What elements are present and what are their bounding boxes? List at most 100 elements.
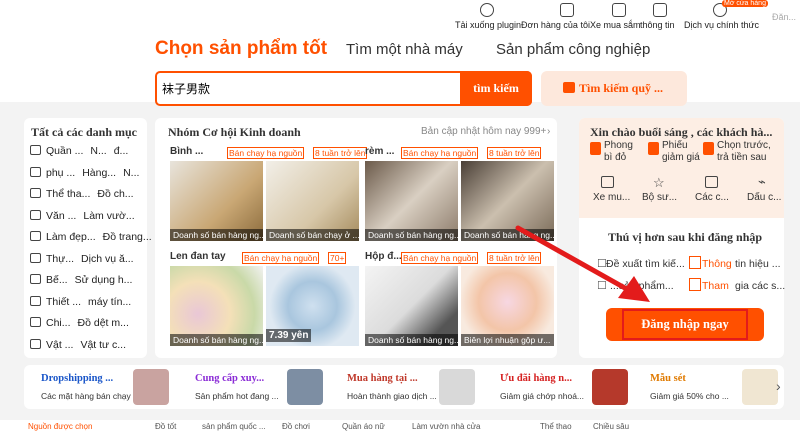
category-item[interactable]: Thể tha... Đồ ch... [30, 188, 141, 200]
category-label[interactable]: Vật tư c... [80, 339, 126, 351]
promo-title[interactable]: Ưu đãi hàng n... [500, 373, 572, 384]
shortcut-footprint[interactable]: Dấu c... [747, 192, 781, 203]
category-label[interactable]: N... [123, 167, 139, 179]
promo-subtitle[interactable]: Giảm giá 50% cho ... [650, 391, 729, 401]
footer-category[interactable]: sản phẩm quốc ... [202, 422, 266, 431]
plugin-icon[interactable] [480, 3, 494, 17]
open-store-badge[interactable]: Mở cửa hàng [722, 0, 768, 7]
user-panel-header: Xin chào buổi sáng , các khách hà... Pho… [579, 118, 784, 218]
category-label[interactable]: Sử dụng h... [75, 274, 133, 286]
promo-image[interactable] [439, 369, 475, 405]
category-label[interactable]: Thiết ... [46, 296, 81, 308]
topnav-info[interactable]: thông tin [640, 20, 675, 30]
orders-icon[interactable] [560, 3, 574, 17]
category-label[interactable]: Thự... [46, 253, 74, 265]
perk-pay-later[interactable]: Chọn trước, trả tiền sau [717, 140, 782, 164]
category-item[interactable]: Thự... Dịch vụ ă... [30, 252, 141, 265]
promo-subtitle[interactable]: Các mặt hàng bán chạy ... [41, 391, 140, 401]
category-item[interactable]: Chi... Đồ dệt m... [30, 317, 136, 329]
promo-title[interactable]: Dropshipping ... [41, 373, 113, 384]
login-button[interactable]: Đăng nhập ngay [622, 309, 748, 340]
category-label[interactable]: Làm vườ... [83, 210, 134, 222]
product-card[interactable]: Bình ... Bán chạy hạ nguồn 8 tuần trở lê… [170, 146, 368, 244]
product-image[interactable]: Doanh số bán hàng ng... [170, 161, 263, 241]
footer-category[interactable]: Nguồn được chọn [28, 422, 92, 431]
promo-title[interactable]: Mẫu sét [650, 373, 686, 384]
category-item[interactable]: Thiết ... máy tín... [30, 295, 138, 308]
promo-image[interactable] [592, 369, 628, 405]
product-image[interactable]: Doanh số bán hàng ng... [170, 266, 263, 346]
shortcut-cart[interactable]: Xe mu... [593, 192, 630, 203]
chevron-right-icon[interactable]: › [547, 126, 550, 137]
category-label[interactable]: N... [90, 145, 106, 157]
star-icon[interactable]: ☆ [653, 175, 665, 191]
store-icon[interactable] [705, 176, 718, 188]
promo-image[interactable] [133, 369, 169, 405]
category-item[interactable]: phụ ... Hàng... N... [30, 166, 146, 179]
topnav-plugin[interactable]: Tải xuống plugin [455, 20, 521, 30]
category-label[interactable]: Đồ dệt m... [78, 317, 129, 329]
message-icon[interactable] [653, 3, 667, 17]
shortcut-collection[interactable]: Bộ sư... [642, 192, 677, 203]
product-image[interactable]: 7.39 yên [266, 266, 359, 346]
category-item[interactable]: Vật ... Vật tư c... [30, 338, 133, 351]
footer-category[interactable]: Quần áo nữ [342, 422, 385, 431]
promo-image[interactable] [287, 369, 323, 405]
category-item[interactable]: Bế... Sử dụng h... [30, 274, 139, 286]
category-label[interactable]: Bế... [46, 274, 68, 286]
category-icon [30, 209, 41, 220]
category-label[interactable]: Đồ ch... [97, 188, 133, 200]
category-label[interactable]: Vật ... [46, 339, 73, 351]
category-label[interactable]: Làm đẹp... [46, 231, 96, 243]
shortcut-stores[interactable]: Các c... [695, 192, 729, 203]
category-label[interactable]: phụ ... [46, 167, 75, 179]
image-search-button[interactable]: Tìm kiếm quỹ ... [541, 71, 687, 106]
category-label[interactable]: Đồ trang... [103, 231, 152, 243]
category-item[interactable]: Quần ... N... đ... [30, 145, 135, 157]
topnav-cart[interactable]: Xe mua sắm [590, 20, 641, 30]
promo-title[interactable]: Cung cấp xuy... [195, 373, 264, 384]
search-button[interactable]: tìm kiếm [460, 71, 532, 106]
promo-title[interactable]: Mua hàng tại ... [347, 373, 418, 384]
category-label[interactable]: Hàng... [82, 167, 116, 179]
product-image[interactable]: Doanh số bán hàng ng... [365, 161, 458, 241]
topnav-service[interactable]: Dịch vụ chính thức [684, 20, 759, 30]
category-label[interactable]: Quần ... [46, 145, 83, 157]
tag-icon [689, 278, 701, 291]
footer-strip [0, 420, 800, 433]
search-input[interactable] [162, 75, 452, 102]
cart-icon[interactable] [601, 176, 614, 188]
perk-coupon[interactable]: Phiếu giảm giá [662, 140, 702, 164]
tab-factory[interactable]: Tìm một nhà máy [346, 41, 463, 58]
footer-category[interactable]: Làm vườn nhà cửa [412, 422, 480, 431]
footer-category[interactable]: Đồ tốt [155, 422, 176, 431]
chevron-right-icon[interactable]: › [776, 378, 781, 394]
topnav-orders[interactable]: Đơn hàng của tôi [521, 20, 590, 30]
category-label[interactable]: Dịch vụ ă... [81, 253, 134, 265]
footer-category[interactable]: Đồ chơi [282, 422, 310, 431]
category-label[interactable]: Thể tha... [46, 188, 90, 200]
tab-good-products[interactable]: Chọn sản phẩm tốt [155, 38, 327, 60]
tab-industrial[interactable]: Sản phẩm công nghiệp [496, 41, 650, 58]
category-icon [30, 274, 41, 284]
perk-red-envelope[interactable]: Phong bì đỏ [604, 140, 644, 164]
footer-category[interactable]: Thể thao [540, 422, 572, 431]
footer-category[interactable]: Chiều sâu [593, 422, 629, 431]
product-card[interactable]: Len đan tay Bán chạy hạ nguồn 70+ Doanh … [170, 251, 359, 349]
update-link[interactable]: Bản cập nhật hôm nay 999+ [421, 126, 546, 137]
category-label[interactable]: Văn ... [46, 210, 76, 222]
promo-image[interactable] [742, 369, 778, 405]
login-link[interactable]: Đăn... [772, 12, 796, 22]
promo-subtitle[interactable]: Giảm giá chớp nhoá... [500, 391, 584, 401]
category-item[interactable]: Văn ... Làm vườ... [30, 209, 142, 222]
category-label[interactable]: đ... [114, 145, 129, 157]
category-label[interactable]: máy tín... [88, 296, 131, 308]
promo-subtitle[interactable]: Hoàn thành giao dịch ... [347, 391, 437, 401]
category-item[interactable]: Làm đẹp... Đồ trang... [30, 231, 159, 243]
category-label[interactable]: Chi... [46, 317, 71, 329]
cart-icon[interactable] [612, 3, 626, 17]
promo-subtitle[interactable]: Sản phẩm hot đang ... [195, 391, 279, 401]
product-image[interactable]: Doanh số bán chạy ở ... [266, 161, 359, 241]
footprint-icon[interactable]: ⌁ [758, 174, 766, 190]
product-image[interactable]: Doanh số bán hàng ng... [365, 266, 458, 346]
